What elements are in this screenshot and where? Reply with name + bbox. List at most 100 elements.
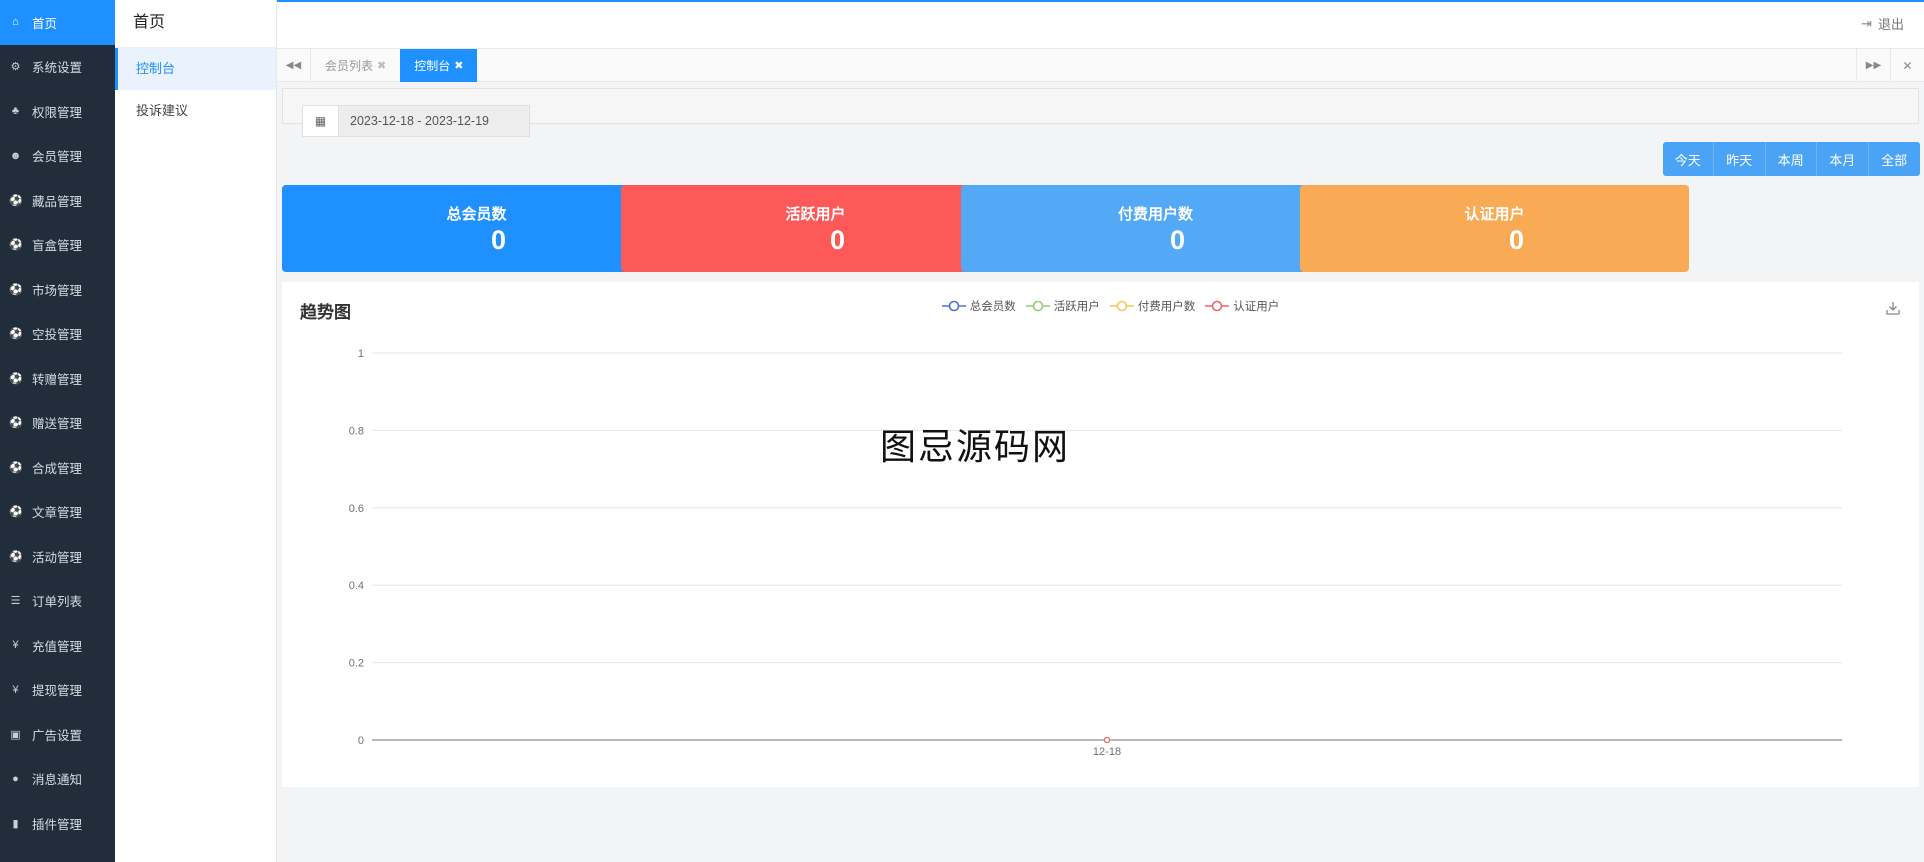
top-bar: ⇥ 退出 xyxy=(277,0,1924,48)
yen-icon: ¥ xyxy=(12,683,19,696)
sidebar-item[interactable]: ▮ 插件管理 xyxy=(0,801,115,846)
secondary-menu: 首页 控制台 投诉建议 xyxy=(115,0,277,862)
legend-label: 总会员数 xyxy=(969,301,1016,313)
soccer-ball-icon: ⚽ xyxy=(9,239,23,252)
sidebar-item-label: 首页 xyxy=(32,16,58,31)
stat-card-value: 0 xyxy=(1508,225,1525,255)
sidebar-item[interactable]: ⚽ 空投管理 xyxy=(0,312,115,357)
stat-card-value: 0 xyxy=(490,225,507,255)
soccer-ball-icon: ⚽ xyxy=(9,328,23,341)
stat-card-value: 0 xyxy=(1169,225,1186,255)
sidebar-item[interactable]: ▣ 广告设置 xyxy=(0,712,115,757)
legend-item[interactable]: 认证用户 xyxy=(1205,298,1279,314)
date-range-value: 2023-12-18 - 2023-12-19 xyxy=(350,114,489,128)
sidebar-item[interactable]: ♣ 权限管理 xyxy=(0,89,115,134)
sidebar-item[interactable]: ☰ 订单列表 xyxy=(0,579,115,624)
sign-out-icon: ⇥ xyxy=(1861,15,1872,31)
sidebar-item[interactable]: ¥ 提现管理 xyxy=(0,668,115,713)
double-chevron-left-icon: ◀◀ xyxy=(285,59,302,71)
stat-card: 总会员数 0 xyxy=(282,185,671,272)
range-button[interactable]: 本月 xyxy=(1817,142,1869,176)
sidebar-item[interactable]: ⚽ 赠送管理 xyxy=(0,401,115,446)
range-button[interactable]: 本周 xyxy=(1765,142,1817,176)
plug-icon: ▮ xyxy=(12,817,19,830)
sidebar-item[interactable]: ⚽ 市场管理 xyxy=(0,267,115,312)
sidebar-item[interactable]: ⚽ 转赠管理 xyxy=(0,356,115,401)
sidebar-item[interactable]: ⚽ 文章管理 xyxy=(0,490,115,535)
home-icon: ⌂ xyxy=(12,16,19,29)
tab-label: 会员列表 xyxy=(325,58,374,73)
sitemap-icon: ♣ xyxy=(11,105,20,118)
tab-close-icon[interactable]: ✖ xyxy=(377,59,386,72)
sidebar-item[interactable]: ⚽ 藏品管理 xyxy=(0,178,115,223)
tab-label: 控制台 xyxy=(414,58,451,73)
sidebar-item-label: 权限管理 xyxy=(32,105,83,120)
sidebar-item[interactable]: ● 消息通知 xyxy=(0,757,115,802)
sidebar-item-label: 会员管理 xyxy=(32,150,83,165)
submenu-title: 首页 xyxy=(115,0,276,48)
sidebar-item-label: 藏品管理 xyxy=(32,194,83,209)
calendar-icon: ▦ xyxy=(303,106,339,136)
soccer-ball-icon: ⚽ xyxy=(9,372,23,385)
range-button[interactable]: 今天 xyxy=(1662,142,1714,176)
legend-marker xyxy=(1109,300,1134,312)
range-button[interactable]: 全部 xyxy=(1868,142,1920,176)
sidebar-item[interactable]: ⚽ 合成管理 xyxy=(0,445,115,490)
stat-card-value: 0 xyxy=(829,225,846,255)
soccer-ball-icon: ⚽ xyxy=(9,550,23,563)
sidebar-item[interactable]: ⚙ 系统设置 xyxy=(0,45,115,90)
sidebar-item-label: 转赠管理 xyxy=(32,372,83,387)
image-icon: ▣ xyxy=(10,728,21,741)
sidebar-item-label: 系统设置 xyxy=(32,61,83,76)
date-range-picker[interactable]: ▦ 2023-12-18 - 2023-12-19 xyxy=(302,105,530,137)
y-tick-label: 1 xyxy=(358,348,364,360)
y-tick-label: 0.4 xyxy=(349,580,364,592)
legend-item[interactable]: 活跃用户 xyxy=(1025,298,1100,314)
legend-marker xyxy=(941,300,966,312)
legend-item[interactable]: 付费用户数 xyxy=(1109,298,1196,314)
data-point[interactable] xyxy=(1103,736,1111,744)
soccer-ball-icon: ⚽ xyxy=(9,506,23,519)
sidebar-item[interactable]: ⚽ 活动管理 xyxy=(0,534,115,579)
legend-item[interactable]: 总会员数 xyxy=(941,298,1016,314)
sidebar-item-label: 合成管理 xyxy=(32,461,83,476)
sidebar-item-label: 市场管理 xyxy=(32,283,83,298)
logout-button[interactable]: ⇥ 退出 xyxy=(1861,14,1904,33)
submenu-item[interactable]: 控制台 xyxy=(115,48,276,90)
sidebar-item-label: 提现管理 xyxy=(32,684,83,699)
stat-card-label: 认证用户 xyxy=(1464,206,1525,223)
date-range-button-group: 今天 昨天 本周 本月 全部 xyxy=(1662,142,1920,176)
logout-label: 退出 xyxy=(1877,17,1904,32)
main-area: ⇥ 退出 ◀◀ 会员列表 ✖ 控制台 ✖ ▶▶ ✕ ▦ 2023-12-18 - 20… xyxy=(277,0,1924,862)
soccer-ball-icon: ⚽ xyxy=(9,461,23,474)
sidebar-item-label: 盲盒管理 xyxy=(32,239,83,254)
download-icon[interactable] xyxy=(1885,300,1901,319)
tab[interactable]: 会员列表 ✖ xyxy=(311,49,400,82)
submenu-item[interactable]: 投诉建议 xyxy=(115,90,276,132)
y-tick-label: 0.8 xyxy=(349,425,364,437)
legend-label: 付费用户数 xyxy=(1137,301,1196,313)
stat-card: 付费用户数 0 xyxy=(961,185,1350,272)
sidebar-item[interactable]: ⚽ 盲盒管理 xyxy=(0,223,115,268)
sidebar-item-label: 订单列表 xyxy=(32,595,83,610)
chart-legend: 总会员数 活跃用户 付费用户数 认证用户 xyxy=(282,298,1919,314)
range-button[interactable]: 昨天 xyxy=(1714,142,1766,176)
watermark-text: 图忌源码网 xyxy=(880,427,1071,468)
sidebar-item-label: 赠送管理 xyxy=(32,417,83,432)
tabs-scroll-left-button[interactable]: ◀◀ xyxy=(277,48,311,82)
yen-icon: ¥ xyxy=(12,639,19,652)
soccer-ball-icon: ⚽ xyxy=(9,194,23,207)
tab-close-icon[interactable]: ✖ xyxy=(454,59,463,72)
tab[interactable]: 控制台 ✖ xyxy=(400,48,478,82)
sidebar-item[interactable]: ¥ 充值管理 xyxy=(0,623,115,668)
signpost-icon: ☰ xyxy=(10,595,21,608)
sidebar-item[interactable]: ☻ 会员管理 xyxy=(0,134,115,179)
sidebar-item-label: 文章管理 xyxy=(32,506,83,521)
legend-marker xyxy=(1205,300,1230,312)
tabs-scroll-right-button[interactable]: ▶▶ xyxy=(1856,49,1890,82)
stat-card-label: 付费用户数 xyxy=(1117,206,1193,223)
close-all-tabs-button[interactable]: ✕ xyxy=(1890,49,1924,82)
sidebar-item[interactable]: ⌂ 首页 xyxy=(0,0,115,45)
double-chevron-right-icon: ▶▶ xyxy=(1865,60,1882,71)
close-icon: ✕ xyxy=(1902,58,1913,73)
